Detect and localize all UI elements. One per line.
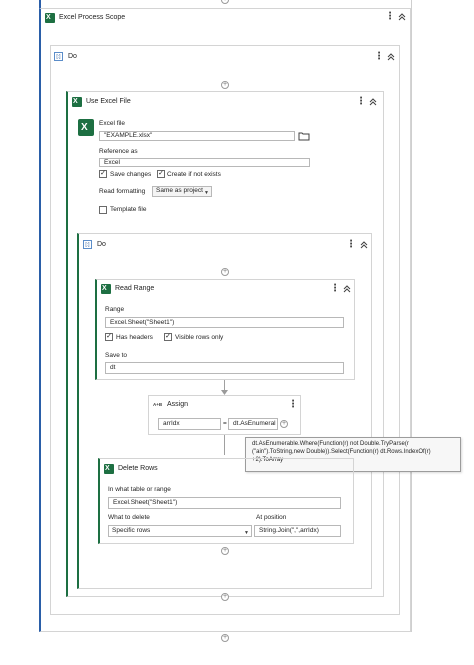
save-to-field[interactable]: dt [105, 362, 344, 374]
excel-process-scope-title: Excel Process Scope [59, 14, 126, 21]
at-position-field[interactable]: String.Join(",",arrIdx) [254, 525, 341, 537]
scope-collapse-icon[interactable] [398, 13, 406, 23]
outer-do-collapse-icon[interactable] [387, 53, 395, 63]
use-excel-file-title: Use Excel File [86, 98, 131, 105]
sequence-icon: [:] [83, 240, 92, 249]
chevron-down-icon: ▼ [244, 530, 249, 536]
inner-do-menu-icon[interactable]: ⋮ [346, 240, 356, 250]
what-to-delete-dropdown[interactable]: Specific rows ▼ [108, 525, 252, 537]
create-if-not-exists-label: Create if not exists [167, 171, 221, 178]
assign-title: Assign [167, 401, 189, 408]
save-to-label: Save to [105, 352, 128, 359]
read-formatting-label: Read formatting [99, 188, 146, 195]
inner-do-title: Do [97, 241, 106, 248]
table-range-label: In what table or range [108, 486, 171, 493]
range-label: Range [105, 306, 125, 313]
assign-left-field[interactable]: arrIdx [158, 418, 221, 430]
assign-right-field[interactable]: dt.AsEnumeral [228, 418, 278, 430]
template-file-label: Template file [110, 206, 147, 213]
read-range-collapse-icon[interactable] [343, 285, 351, 295]
assign-add-icon[interactable]: + [280, 420, 288, 428]
visible-rows-label: Visible rows only [175, 334, 224, 341]
tooltip-line-1: dt.AsEnumerable.Where(Function(r) not Do… [252, 441, 409, 447]
excel-file-label: Excel file [99, 120, 126, 127]
add-activity-icon[interactable]: + [221, 268, 229, 276]
outer-do-title: Do [68, 53, 77, 60]
tooltip-line-2: ("ain").ToString,new Double)).Select(Fun… [252, 449, 431, 455]
reference-as-field[interactable]: Excel [99, 158, 310, 167]
connector-line [224, 435, 225, 455]
table-range-field[interactable]: Excel.Sheet("Sheet1") [108, 497, 341, 509]
excel-large-icon: X [78, 119, 94, 136]
visible-rows-checkbox[interactable]: ✓ [164, 333, 172, 341]
has-headers-label: Has headers [116, 334, 153, 341]
excel-icon [101, 284, 111, 294]
range-field[interactable]: Excel.Sheet("Sheet1") [105, 317, 344, 328]
assign-icon: A+B [153, 402, 163, 407]
add-activity-icon[interactable]: + [221, 634, 229, 642]
add-activity-icon[interactable]: + [221, 81, 229, 89]
browse-folder-icon[interactable] [298, 131, 310, 141]
what-to-delete-label: What to delete [108, 514, 150, 521]
reference-as-label: Reference as [99, 148, 138, 155]
what-to-delete-value: Specific rows [112, 527, 151, 534]
chevron-down-icon: ▼ [204, 190, 209, 196]
delete-rows-title: Delete Rows [118, 465, 158, 472]
sequence-icon: [:] [54, 52, 63, 61]
excel-icon [104, 464, 114, 474]
use-excel-menu-icon[interactable]: ⋮ [356, 97, 366, 107]
excel-file-field[interactable]: "EXAMPLE.xlsx" [99, 131, 295, 141]
scope-menu-icon[interactable]: ⋮ [385, 12, 395, 22]
read-formatting-value: Same as project [156, 187, 203, 194]
save-changes-checkbox[interactable]: ✓ [99, 170, 107, 178]
assign-equals: = [223, 420, 227, 427]
template-file-checkbox[interactable] [99, 206, 107, 214]
has-headers-checkbox[interactable]: ✓ [105, 333, 113, 341]
add-activity-icon[interactable]: + [221, 547, 229, 555]
save-changes-label: Save changes [110, 171, 152, 178]
top-add-icon[interactable]: + [221, 0, 229, 4]
assign-menu-icon[interactable]: ⋮ [288, 400, 298, 410]
outer-do-menu-icon[interactable]: ⋮ [374, 52, 384, 62]
at-position-label: At position [256, 514, 287, 521]
read-range-title: Read Range [115, 285, 155, 292]
use-excel-collapse-icon[interactable] [369, 98, 377, 108]
excel-icon [45, 13, 55, 23]
create-if-not-exists-checkbox[interactable]: ✓ [157, 170, 165, 178]
read-formatting-dropdown[interactable]: Same as project ▼ [152, 186, 212, 197]
inner-do-collapse-icon[interactable] [360, 241, 368, 251]
excel-icon [72, 97, 82, 107]
read-range-menu-icon[interactable]: ⋮ [330, 284, 340, 294]
add-activity-icon[interactable]: + [221, 593, 229, 601]
outer-right-border [411, 0, 412, 632]
